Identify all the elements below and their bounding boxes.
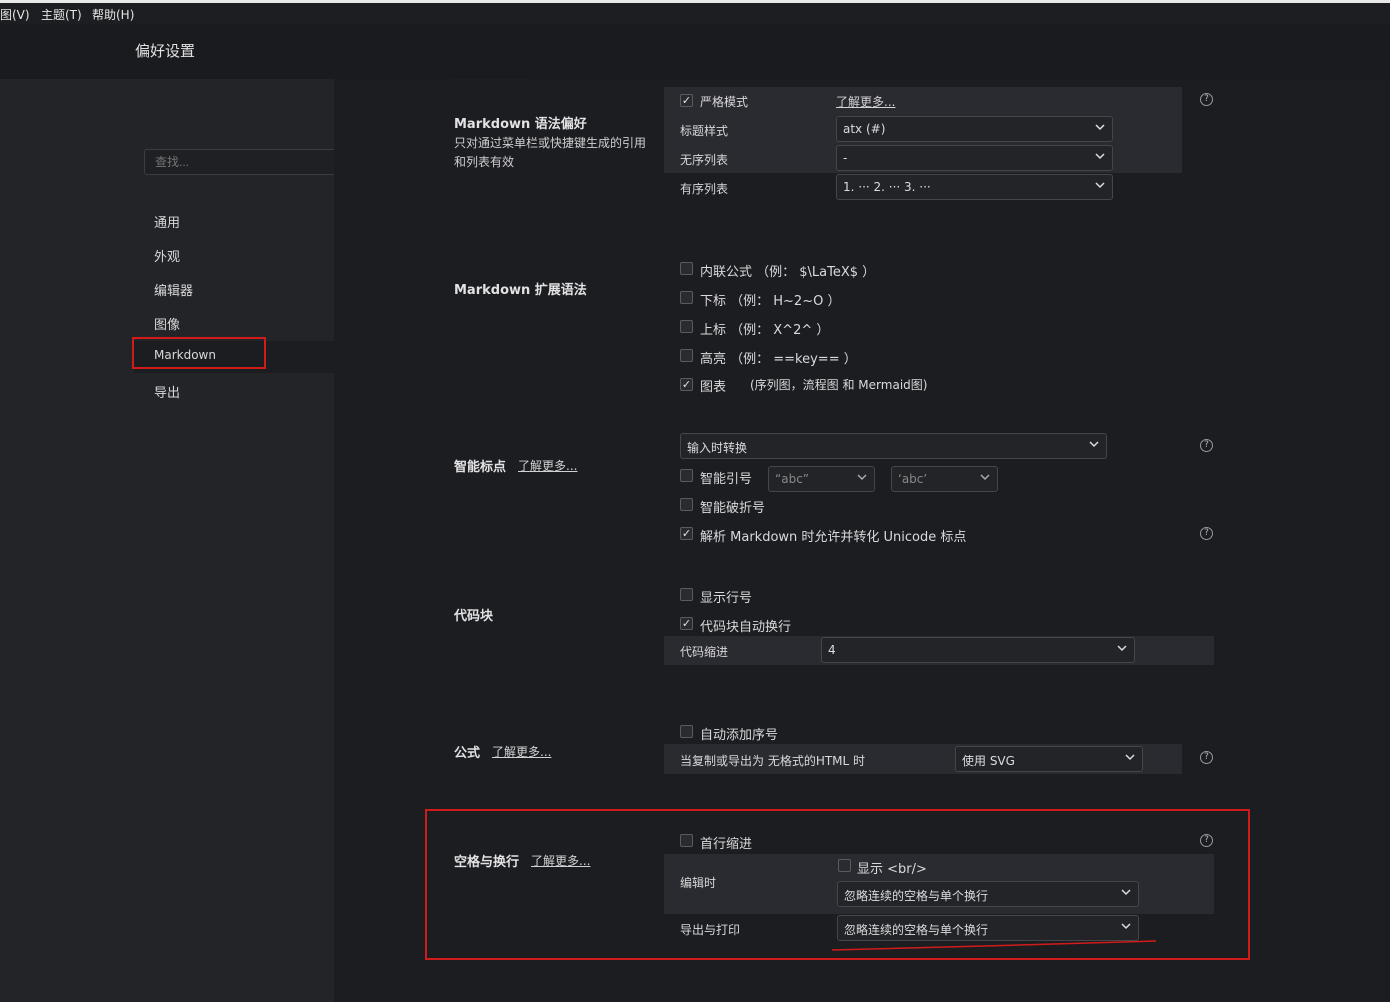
diagrams-note: (序列图，流程图 和 Mermaid图) xyxy=(750,378,928,392)
chevron-down-icon xyxy=(980,474,990,481)
help-icon[interactable]: ? xyxy=(1200,93,1213,106)
smart-punct-learn-more-link[interactable]: 了解更多... xyxy=(518,457,577,474)
math-export-label: 当复制或导出为 无格式的HTML 时 xyxy=(680,754,866,768)
strict-mode-label: 严格模式 xyxy=(700,95,749,109)
syntax-learn-more-link[interactable]: 了解更多... xyxy=(836,93,895,110)
chevron-down-icon xyxy=(1095,124,1105,131)
code-section-title: 代码块 xyxy=(454,609,494,624)
code-wrap-checkbox[interactable]: ✓ xyxy=(680,617,693,630)
inline-math-checkbox[interactable] xyxy=(680,262,693,275)
smart-punct-section-title: 智能标点 xyxy=(454,460,507,475)
syntax-section-desc: 只对通过菜单栏或快捷键生成的引用和列表有效 xyxy=(454,136,647,169)
heading-style-label: 标题样式 xyxy=(680,124,729,138)
smart-punct-mode-value: 输入时转换 xyxy=(687,441,748,455)
subscript-checkbox[interactable] xyxy=(680,291,693,304)
menu-view[interactable]: 图(V) xyxy=(0,6,30,23)
single-quote-value: ‘abc’ xyxy=(898,472,928,486)
subscript-label: 下标 （例： H~2~O ） xyxy=(700,294,841,309)
line-numbers-label: 显示行号 xyxy=(700,591,753,606)
sidebar-item-editor[interactable]: 编辑器 xyxy=(154,280,193,299)
heading-style-select[interactable]: atx (#) xyxy=(836,116,1113,142)
chevron-down-icon xyxy=(1095,153,1105,160)
code-wrap-label: 代码块自动换行 xyxy=(700,620,792,635)
double-quote-value: “abc” xyxy=(775,472,810,486)
sidebar-item-general[interactable]: 通用 xyxy=(154,212,180,231)
smart-dashes-checkbox[interactable] xyxy=(680,498,693,511)
clipped-previous-section: · · · · · · · · · · xyxy=(454,74,654,80)
menu-bar: 图(V) 主题(T) 帮助(H) xyxy=(0,0,1390,24)
unordered-list-value: - xyxy=(843,151,848,165)
sidebar-item-export[interactable]: 导出 xyxy=(154,382,180,401)
chevron-down-icon xyxy=(1095,182,1105,189)
inline-math-label: 内联公式 （例： $\LaTeX$ ） xyxy=(700,265,876,280)
superscript-checkbox[interactable] xyxy=(680,320,693,333)
help-icon[interactable]: ? xyxy=(1200,751,1213,764)
ordered-list-select[interactable]: 1. ··· 2. ··· 3. ··· xyxy=(836,174,1113,200)
auto-number-checkbox[interactable] xyxy=(680,725,693,738)
sidebar-item-image[interactable]: 图像 xyxy=(154,314,180,333)
menu-theme[interactable]: 主题(T) xyxy=(41,6,82,23)
superscript-label: 上标 （例： X^2^ ） xyxy=(700,323,830,338)
math-learn-more-link[interactable]: 了解更多... xyxy=(492,743,551,760)
annotation-box-markdown xyxy=(132,337,266,369)
help-icon[interactable]: ? xyxy=(1200,439,1213,452)
unordered-list-label: 无序列表 xyxy=(680,153,729,167)
ordered-list-value: 1. ··· 2. ··· 3. ··· xyxy=(843,180,931,194)
title-bar xyxy=(0,24,1390,79)
code-indent-value: 4 xyxy=(828,643,836,657)
line-numbers-checkbox[interactable] xyxy=(680,588,693,601)
strict-mode-checkbox[interactable]: ✓ xyxy=(680,94,693,107)
code-indent-label: 代码缩进 xyxy=(680,645,729,659)
math-export-select[interactable]: 使用 SVG xyxy=(955,746,1143,772)
chevron-down-icon xyxy=(1125,754,1135,761)
annotation-box-whitespace xyxy=(425,809,1250,960)
help-icon[interactable]: ? xyxy=(1200,527,1213,540)
menu-help[interactable]: 帮助(H) xyxy=(92,6,134,23)
math-export-value: 使用 SVG xyxy=(962,754,1015,768)
chevron-down-icon xyxy=(1117,645,1127,652)
smart-punct-mode-select[interactable]: 输入时转换 xyxy=(680,433,1107,459)
ordered-list-label: 有序列表 xyxy=(680,182,729,196)
single-quote-select[interactable]: ‘abc’ xyxy=(891,466,998,492)
smart-quotes-label: 智能引号 xyxy=(700,472,753,487)
math-section-title: 公式 xyxy=(454,746,481,761)
chevron-down-icon xyxy=(857,474,867,481)
highlight-checkbox[interactable] xyxy=(680,349,693,362)
sidebar-item-appearance[interactable]: 外观 xyxy=(154,246,180,265)
unordered-list-select[interactable]: - xyxy=(836,145,1113,171)
double-quote-select[interactable]: “abc” xyxy=(768,466,875,492)
smart-quotes-checkbox[interactable] xyxy=(680,469,693,482)
unicode-punct-label: 解析 Markdown 时允许并转化 Unicode 标点 xyxy=(700,530,967,545)
diagrams-label: 图表 xyxy=(700,380,727,395)
chevron-down-icon xyxy=(1089,441,1099,448)
window-title: 偏好设置 xyxy=(135,42,196,60)
highlight-label: 高亮 （例： ==key== ） xyxy=(700,352,857,367)
search-input[interactable] xyxy=(144,149,334,175)
syntax-section-title: Markdown 语法偏好 xyxy=(454,117,587,132)
smart-dashes-label: 智能破折号 xyxy=(700,501,766,516)
diagrams-checkbox[interactable]: ✓ xyxy=(680,378,693,391)
extended-section-title: Markdown 扩展语法 xyxy=(454,283,587,298)
code-indent-select[interactable]: 4 xyxy=(821,637,1135,663)
auto-number-label: 自动添加序号 xyxy=(700,728,779,743)
unicode-punct-checkbox[interactable]: ✓ xyxy=(680,527,693,540)
heading-style-value: atx (#) xyxy=(843,122,886,136)
